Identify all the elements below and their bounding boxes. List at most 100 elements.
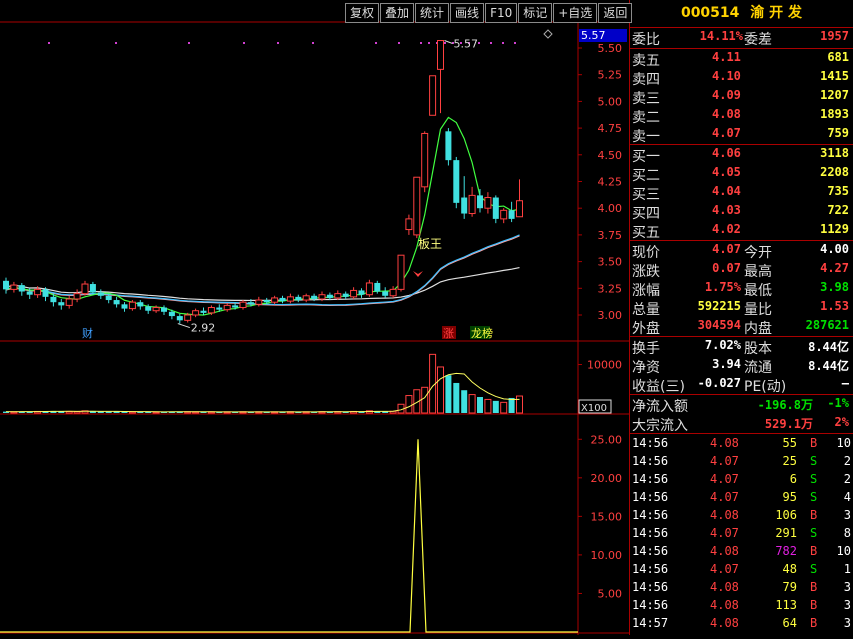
- candle-body: [58, 302, 65, 306]
- bids-row[interactable]: 买二 4.05 2208: [630, 164, 853, 184]
- volume-bar: [516, 395, 523, 414]
- tick-row[interactable]: 14:56 4.08 782 B 10: [630, 542, 853, 560]
- tick-row[interactable]: 14:56 4.07 291 S 8: [630, 524, 853, 542]
- asks-row[interactable]: 卖四 4.10 1415: [630, 68, 853, 88]
- tick-price: 4.08: [710, 616, 739, 630]
- volume-bar: [453, 382, 460, 413]
- asks-row[interactable]: 卖一 4.07 759: [630, 125, 853, 145]
- finance-stats: 换手 7.02% 股本 8.44亿 净资 3.94 流通 8.44亿 收益(三) -0.027 PE…: [630, 337, 853, 395]
- tick-row[interactable]: 14:56 4.07 6 S 2: [630, 470, 853, 488]
- tick-volume: 95: [782, 490, 797, 504]
- signal-dot: [478, 42, 480, 44]
- indicator-axis-label: 20.00: [591, 472, 623, 485]
- tick-time: 14:56: [632, 508, 669, 522]
- bids-price: 4.02: [712, 222, 741, 236]
- flow-pct: -1%: [827, 396, 849, 410]
- asks-row[interactable]: 卖五 4.11 681: [630, 49, 853, 69]
- asks-volume: 1207: [820, 88, 849, 102]
- label-zhang: 涨: [443, 327, 454, 340]
- volume-bar: [477, 397, 483, 413]
- asks-label: 卖五: [632, 53, 660, 69]
- indicator-axis-label: 25.00: [591, 433, 623, 446]
- tick-row[interactable]: 14:56 4.08 106 B 3: [630, 506, 853, 524]
- quote-row: 涨幅 1.75% 最低 3.98: [630, 279, 853, 299]
- weicha-value: 1957: [820, 29, 849, 43]
- asks-label: 卖三: [632, 91, 660, 107]
- signal-dot: [375, 42, 377, 44]
- toolbar-button-5[interactable]: 标记: [518, 3, 553, 23]
- toolbar-button-7[interactable]: 返回: [598, 3, 633, 23]
- tick-count: 8: [843, 526, 851, 540]
- tick-volume: 113: [775, 598, 797, 612]
- candle-body: [34, 288, 42, 296]
- candle-body: [192, 310, 200, 316]
- candle-body: [326, 294, 333, 298]
- tick-row[interactable]: 14:56 4.08 79 B 3: [630, 578, 853, 596]
- candle-body: [461, 197, 468, 214]
- finance-row: 净资 3.94 流通 8.44亿: [630, 356, 853, 376]
- asks-label: 卖四: [632, 72, 660, 88]
- tick-direction: B: [810, 616, 818, 630]
- price-box-label: 5.57: [581, 29, 606, 42]
- bids-volume: 1129: [820, 222, 849, 236]
- tick-row[interactable]: 14:56 4.08 55 B 10: [630, 434, 853, 452]
- signal-dot: [514, 42, 516, 44]
- volume-bar: [405, 395, 413, 414]
- toolbar-button-2[interactable]: 统计: [415, 3, 450, 23]
- asks-row[interactable]: 卖二 4.08 1893: [630, 106, 853, 126]
- tick-row[interactable]: 14:56 4.07 48 S 1: [630, 560, 853, 578]
- asks-volume: 1893: [820, 107, 849, 121]
- bids-row[interactable]: 买四 4.03 722: [630, 202, 853, 222]
- kline-chart-area[interactable]: 5.50 5.25 5.00 4.75 4.50 4.25 4.00 3.75 3.50 3.25…: [0, 0, 629, 635]
- flow-row: 大宗流入 529.1万 2%: [630, 414, 853, 434]
- tick-row[interactable]: 14:56 4.07 25 S 2: [630, 452, 853, 470]
- bids-label: 买三: [632, 187, 660, 203]
- bids-row[interactable]: 买三 4.04 735: [630, 183, 853, 203]
- quote-row: 涨跌 0.07 最高 4.27: [630, 260, 853, 280]
- candle-body: [10, 284, 18, 290]
- stock-code: 000514: [680, 5, 740, 21]
- candle-body: [161, 307, 167, 312]
- toolbar-button-0[interactable]: 复权: [345, 3, 380, 23]
- signal-dot: [428, 42, 430, 44]
- low-label: 2.92: [191, 322, 216, 335]
- tick-row[interactable]: 14:57 4.08 64 B 3: [630, 614, 853, 632]
- signal-dot: [490, 42, 492, 44]
- candle-body: [121, 304, 128, 309]
- candle-body: [128, 301, 136, 310]
- tick-time: 14:56: [632, 580, 669, 594]
- bids-row[interactable]: 买一 4.06 3118: [630, 145, 853, 165]
- tick-list[interactable]: 14:56 4.08 55 B 10 14:56 4.07 25 S 2 14:56 4.07 6 S 2 1…: [630, 434, 853, 632]
- kline-chart-svg[interactable]: 5.50 5.25 5.00 4.75 4.50 4.25 4.00 3.75 3.50 3.25…: [0, 0, 629, 635]
- quote-value: 1.75%: [704, 280, 741, 294]
- quote-row: 现价 4.07 今开 4.00: [630, 241, 853, 261]
- bids-label: 买二: [632, 168, 660, 184]
- finance-row: 换手 7.02% 股本 8.44亿: [630, 337, 853, 357]
- candle-body: [152, 307, 160, 312]
- finance-label: 换手: [632, 341, 660, 357]
- toolbar-button-3[interactable]: 画线: [450, 3, 485, 23]
- bids-price: 4.03: [712, 203, 741, 217]
- toolbar-button-4[interactable]: F10: [485, 3, 518, 23]
- tick-price: 4.07: [710, 526, 739, 540]
- finance-label: PE(动): [744, 379, 787, 395]
- tick-direction: S: [810, 562, 818, 576]
- volume-bar: [461, 390, 468, 413]
- toolbar-button-6[interactable]: +自选: [553, 3, 598, 23]
- bids-row[interactable]: 买五 4.02 1129: [630, 221, 853, 241]
- asks-row[interactable]: 卖三 4.09 1207: [630, 87, 853, 107]
- quote-label: 总量: [632, 302, 660, 318]
- toolbar-button-1[interactable]: 叠加: [380, 3, 415, 23]
- tick-row[interactable]: 14:56 4.08 113 B 3: [630, 596, 853, 614]
- candle-body: [516, 200, 523, 218]
- tick-row[interactable]: 14:56 4.07 95 S 4: [630, 488, 853, 506]
- indicator-axis-label: 15.00: [591, 510, 623, 523]
- quote-value: 4.00: [820, 242, 849, 256]
- candle-body: [477, 195, 483, 209]
- candle-body: [302, 295, 310, 301]
- finance-label: 股本: [744, 341, 772, 357]
- signal-dot: [444, 42, 446, 44]
- tick-volume: 291: [775, 526, 797, 540]
- quote-value: 0.07: [712, 261, 741, 275]
- price-axis-label: 3.75: [598, 229, 623, 242]
